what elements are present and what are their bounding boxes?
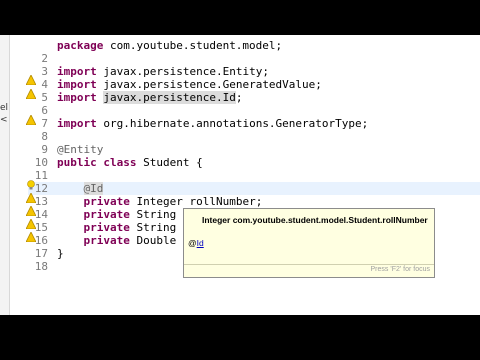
code-line[interactable]: 11: [0, 169, 480, 182]
warning-icon[interactable]: [26, 193, 36, 203]
code-text[interactable]: }: [57, 247, 64, 260]
code-text[interactable]: private Integer rollNumber;: [57, 195, 263, 208]
line-number: 10: [34, 156, 48, 169]
hover-footer: Press 'F2' for focus: [184, 264, 434, 277]
warning-icon[interactable]: [26, 206, 36, 216]
code-line[interactable]: 13 private Integer rollNumber;: [0, 195, 480, 208]
code-line[interactable]: 3 import javax.persistence.Entity;: [0, 65, 480, 78]
focus-hint: Press 'F2' for focus: [370, 266, 430, 273]
code-line[interactable]: 2: [0, 52, 480, 65]
warning-icon[interactable]: [26, 219, 36, 229]
code-line[interactable]: 12 @Id: [0, 182, 480, 195]
warning-icon[interactable]: [26, 232, 36, 242]
warning-icon[interactable]: [26, 89, 36, 99]
line-number: 18: [34, 260, 48, 273]
javadoc-hover-popup[interactable]: Integer com.youtube.student.model.Studen…: [183, 208, 435, 278]
code-line[interactable]: 8: [0, 130, 480, 143]
code-text[interactable]: import org.hibernate.annotations.Generat…: [57, 117, 368, 130]
code-text[interactable]: import javax.persistence.Id;: [57, 91, 242, 104]
code-text[interactable]: import javax.persistence.GeneratedValue;: [57, 78, 322, 91]
hover-annotation: @Id: [188, 238, 204, 248]
lightbulb-icon[interactable]: [26, 180, 36, 190]
annotation-prefix: @: [188, 238, 197, 248]
code-line[interactable]: 6: [0, 104, 480, 117]
code-line[interactable]: 5 import javax.persistence.Id;: [0, 91, 480, 104]
code-line[interactable]: 9 @Entity: [0, 143, 480, 156]
line-number: 17: [34, 247, 48, 260]
warning-icon[interactable]: [26, 115, 36, 125]
line-number: 8: [41, 130, 48, 143]
annotation-link[interactable]: Id: [197, 238, 204, 248]
code-text[interactable]: public class Student {: [57, 156, 203, 169]
code-text[interactable]: import javax.persistence.Entity;: [57, 65, 269, 78]
code-text[interactable]: @Id: [57, 182, 104, 195]
code-line[interactable]: 7 import org.hibernate.annotations.Genera…: [0, 117, 480, 130]
code-text[interactable]: @Entity: [57, 143, 103, 156]
code-line[interactable]: 4 import javax.persistence.GeneratedValue…: [0, 78, 480, 91]
line-number: 9: [41, 143, 48, 156]
code-line[interactable]: package com.youtube.student.model;: [0, 39, 480, 52]
warning-icon[interactable]: [26, 75, 36, 85]
code-text[interactable]: package com.youtube.student.model;: [57, 39, 282, 52]
line-number: 2: [41, 52, 48, 65]
hover-signature: Integer com.youtube.student.model.Studen…: [202, 215, 428, 225]
code-line[interactable]: 10 public class Student {: [0, 156, 480, 169]
